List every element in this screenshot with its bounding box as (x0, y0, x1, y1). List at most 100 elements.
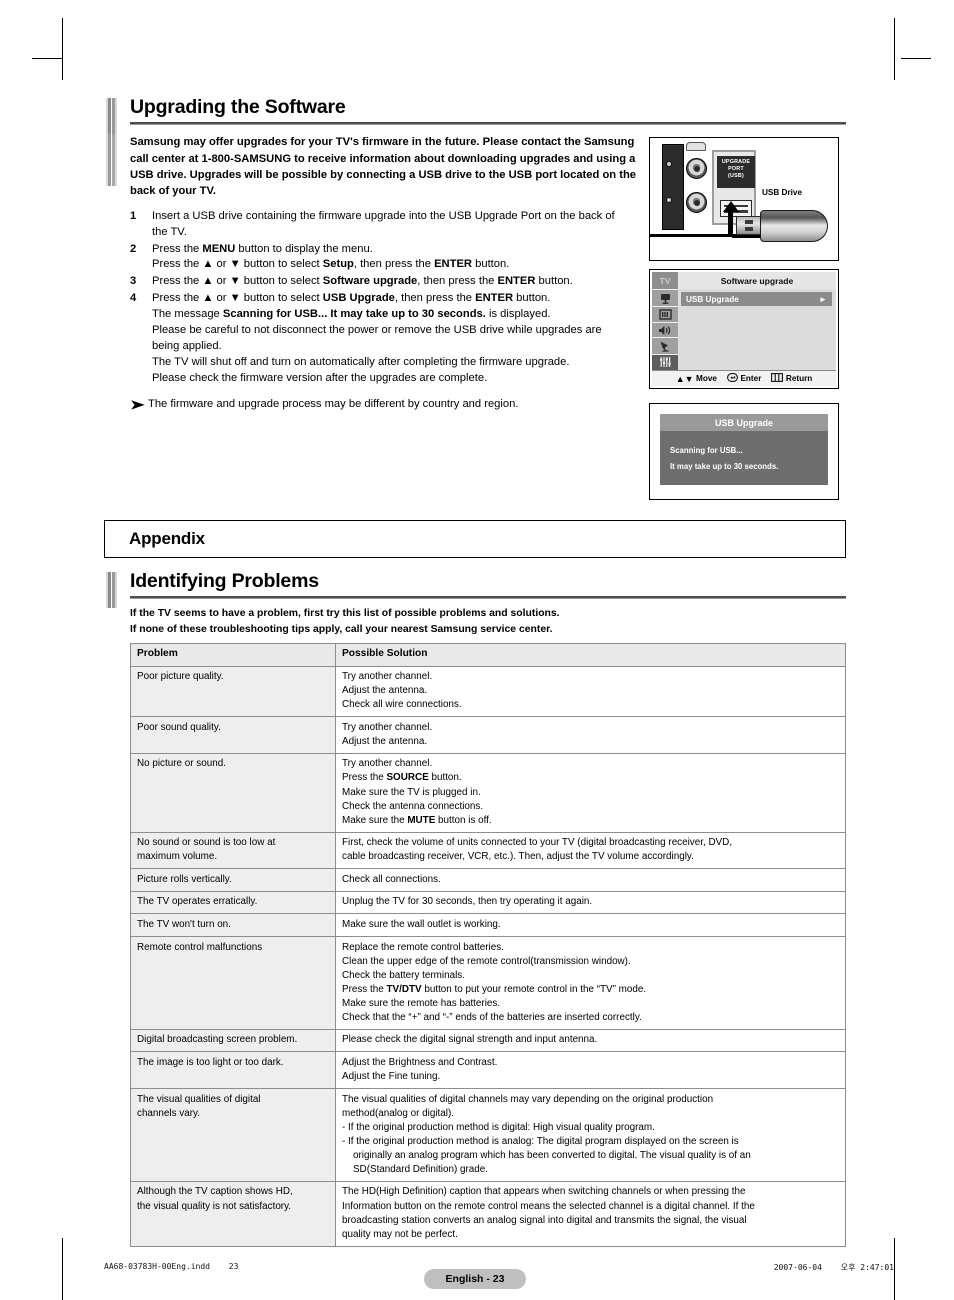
emphasis-text: Scanning for USB... It may take up to 30… (222, 308, 486, 321)
step-text: Press the ▲ or ▼ button to select Softwa… (152, 274, 634, 290)
solution-line: Make sure the TV is plugged in. (342, 786, 481, 798)
sound-icon[interactable] (652, 321, 678, 337)
menu-key-icon (771, 373, 784, 384)
solution-line: The HD(High Definition) caption that app… (342, 1186, 746, 1198)
tv-jack-lower (686, 192, 707, 213)
solution-cell: First, check the volume of units connect… (335, 831, 846, 870)
problem-line: Digital broadcasting screen problem. (137, 1034, 298, 1046)
problem-line: The TV won't turn on. (137, 918, 231, 930)
picture-icon[interactable] (652, 306, 678, 321)
problem-line: maximum volume. (137, 851, 218, 863)
diagram-arrow-shaft (728, 210, 733, 236)
solution-cell: Check all connections. (335, 868, 846, 892)
solution-line: broadcasting station converts an analog … (342, 1214, 747, 1226)
step-text: Press the MENU button to display the men… (152, 242, 634, 274)
footer-filename: AA68-03783H-00Eng.indd (104, 1262, 210, 1271)
step-line: Press the ▲ or ▼ button to select Softwa… (152, 275, 573, 288)
solution-cell: Replace the remote control batteries. Cle… (335, 936, 846, 1030)
solution-line: Make sure the wall outlet is working. (342, 918, 501, 930)
problem-line: the visual quality is not satisfactory. (137, 1200, 292, 1212)
table-row: Poor sound quality. Try another channel. A… (130, 716, 846, 754)
problem-line: No picture or sound. (137, 758, 226, 770)
solution-line: Information button on the remote control… (342, 1200, 755, 1212)
setup-icon[interactable] (652, 353, 678, 371)
input-icon[interactable] (652, 289, 678, 306)
emphasis-text: Software upgrade (322, 275, 418, 288)
table-row: The TV operates erratically. Unplug the T… (130, 890, 846, 915)
step-line: Insert a USB drive containing the firmwa… (152, 209, 615, 222)
note-arrow-icon: ➤ (130, 396, 145, 412)
column-header-solution: Possible Solution (335, 642, 846, 667)
usb-port-label-line1: UPGRADE (721, 159, 751, 165)
chevron-right-icon: ► (818, 294, 827, 304)
usb-upgrade-dialog-title: USB Upgrade (660, 414, 828, 431)
appendix-title: Appendix (129, 529, 205, 549)
table-row: The image is too light or too dark. Adjus… (130, 1051, 846, 1090)
step-item: 4 Press the ▲ or ▼ button to select USB U… (130, 291, 634, 386)
emphasis-text: TV/DTV (386, 983, 422, 995)
solution-line: Unplug the TV for 30 seconds, then try o… (342, 896, 593, 908)
solution-cell: Try another channel. Adjust the antenna. (335, 716, 846, 754)
solution-line: Press the TV/DTV button to put your remo… (342, 983, 647, 995)
problem-line: Picture rolls vertically. (137, 873, 232, 885)
channel-icon[interactable] (652, 337, 678, 353)
problem-cell: Although the TV caption shows HD, the vis… (130, 1180, 336, 1247)
osd-hint-return: Return (771, 373, 812, 384)
solution-line: quality may not be perfect. (342, 1228, 458, 1240)
intro-bar-decoration (106, 134, 117, 187)
step-line: being applied. (152, 340, 222, 353)
usb-drive-caption: USB Drive (762, 188, 803, 197)
osd-hint-move-label: Move (696, 374, 717, 383)
problem-line: Although the TV caption shows HD, (137, 1186, 293, 1198)
print-footer: AA68-03783H-00Eng.indd 23 2007-06-04 오후 … (104, 1262, 894, 1273)
problem-cell: Picture rolls vertically. (130, 868, 336, 892)
tv-panel-strip (662, 144, 684, 230)
usb-drive-body-icon (760, 210, 828, 242)
solution-line: Adjust the antenna. (342, 685, 428, 697)
solution-cell: The HD(High Definition) caption that app… (335, 1180, 846, 1247)
emphasis-text: ENTER (497, 275, 536, 288)
solution-line: SD(Standard Definition) grade. (342, 1163, 489, 1175)
problem-cell: The visual qualities of digital channels … (130, 1088, 336, 1182)
step-number: 4 (130, 292, 137, 305)
troubleshooting-table: Problem Possible Solution Poor picture q… (130, 642, 846, 1247)
osd-window: TV Software upgrade USB Upgrade ► ▲▼ Mov… (652, 272, 836, 386)
solution-line: Try another channel. (342, 758, 433, 770)
problems-intro-line2: If none of these troubleshooting tips ap… (130, 623, 553, 635)
crop-mark-top-left-vertical (62, 18, 63, 80)
updown-arrows-icon: ▲▼ (675, 373, 694, 384)
step-item: 2 Press the MENU button to display the me… (130, 242, 634, 274)
solution-line: Clean the upper edge of the remote contr… (342, 955, 631, 967)
section-heading-identifying-problems: Identifying Problems (104, 570, 846, 609)
table-row: Although the TV caption shows HD, the vis… (130, 1180, 846, 1247)
heading-bar-decoration (106, 98, 117, 134)
step-number: 3 (130, 275, 137, 288)
problem-cell: No sound or sound is too low at maximum v… (130, 831, 336, 870)
emphasis-text: SOURCE (386, 772, 429, 784)
solution-line: Adjust the Brightness and Contrast. (342, 1056, 498, 1068)
figure-usb-connection: UPGRADE PORT (USB) USB Drive (649, 137, 839, 261)
solution-cell: Try another channel. Press the SOURCE but… (335, 752, 846, 833)
solution-line: Try another channel. (342, 721, 433, 733)
numbered-steps-list: 1 Insert a USB drive containing the firmw… (104, 209, 634, 387)
problem-line: The image is too light or too dark. (137, 1056, 284, 1068)
problems-intro: If the TV seems to have a problem, first… (104, 606, 846, 636)
step-item: 3 Press the ▲ or ▼ button to select Softw… (130, 274, 634, 290)
solution-cell: Try another channel. Adjust the antenna. C… (335, 665, 846, 718)
heading-rule-2 (130, 596, 846, 600)
problem-line: The TV operates erratically. (137, 896, 258, 908)
figure-usb-upgrade-popup: USB Upgrade Scanning for USB... It may t… (649, 403, 839, 500)
problem-line: The visual qualities of digital (137, 1093, 261, 1105)
emphasis-text: ENTER (434, 258, 473, 271)
osd-menu-item-usb-upgrade[interactable]: USB Upgrade ► (681, 292, 832, 306)
emphasis-text: USB Upgrade (322, 292, 395, 305)
table-row: No sound or sound is too low at maximum v… (130, 831, 846, 870)
osd-title: Software upgrade (678, 272, 836, 289)
section-heading-upgrading-software: Upgrading the Software (104, 96, 846, 134)
solution-line: First, check the volume of units connect… (342, 837, 733, 849)
footer-page-number: 23 (228, 1262, 239, 1271)
solution-line: Make sure the remote has batteries. (342, 997, 501, 1009)
step-number: 1 (130, 209, 137, 222)
diagram-arrow-head-icon (723, 201, 739, 212)
problem-cell: The TV won't turn on. (130, 913, 336, 937)
